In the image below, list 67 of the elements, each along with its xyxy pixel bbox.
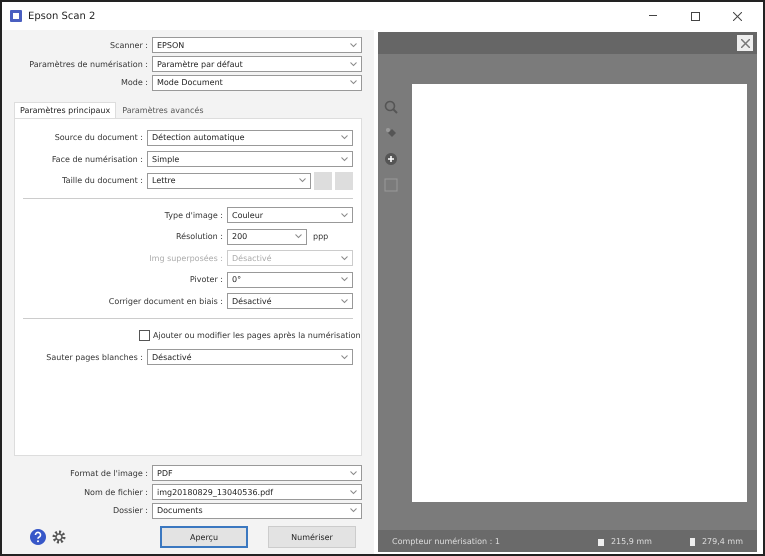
maximize-icon bbox=[690, 12, 700, 20]
help-icon[interactable] bbox=[30, 529, 46, 546]
close-icon bbox=[740, 38, 750, 48]
chevron-icon bbox=[350, 470, 357, 476]
tab[interactable]: Paramètres principaux bbox=[14, 102, 116, 118]
chevron-icon bbox=[295, 234, 302, 240]
dropdown[interactable]: PDF bbox=[152, 465, 362, 482]
chevron-icon bbox=[350, 490, 357, 495]
field-label: Source du document : bbox=[54, 133, 144, 142]
field-label: Paramètres de numérisation : bbox=[28, 60, 149, 68]
settings-icon[interactable] bbox=[52, 530, 66, 544]
chevron-icon bbox=[341, 256, 348, 261]
field-label: Résolution : bbox=[174, 232, 224, 242]
dropdown[interactable]: Couleur bbox=[227, 207, 353, 224]
dropdown[interactable]: Désactivé bbox=[147, 349, 353, 366]
chevron-icon bbox=[350, 80, 357, 86]
action-button[interactable]: Numériser bbox=[268, 526, 356, 548]
field-label: Nom de fichier : bbox=[83, 488, 149, 497]
field-label: Img superposées : bbox=[148, 254, 224, 263]
field-label: Format de l'image : bbox=[69, 468, 149, 478]
chevron-icon bbox=[341, 277, 348, 282]
field-label: Type d'image : bbox=[164, 210, 224, 220]
dropdown[interactable]: 0° bbox=[227, 272, 353, 288]
minimize-icon bbox=[649, 15, 657, 17]
close-icon bbox=[732, 12, 742, 20]
page-width: 215,9 mm bbox=[610, 536, 652, 546]
diamond-icon[interactable] bbox=[384, 126, 398, 140]
action-button[interactable]: Aperçu bbox=[160, 526, 248, 548]
plus-icon[interactable] bbox=[384, 152, 398, 166]
checkbox[interactable] bbox=[139, 330, 150, 342]
width-icon bbox=[596, 536, 605, 546]
field-label: Corriger document en biais : bbox=[108, 296, 224, 306]
dropdown[interactable]: Paramètre par défaut bbox=[152, 56, 362, 72]
dropdown[interactable]: Simple bbox=[147, 151, 353, 168]
chevron-icon bbox=[350, 62, 357, 66]
field-label: Scanner : bbox=[109, 40, 149, 50]
dropdown[interactable]: Lettre bbox=[147, 172, 311, 189]
dropdown[interactable]: Documents bbox=[152, 502, 362, 519]
chevron-icon bbox=[341, 156, 348, 162]
chevron-icon bbox=[350, 508, 357, 514]
app-icon bbox=[10, 10, 22, 22]
dropdown[interactable]: Désactivé bbox=[227, 293, 353, 310]
chevron-icon bbox=[341, 354, 348, 360]
checkbox-label[interactable]: Ajouter ou modifier les pages après la numérisation bbox=[139, 330, 361, 342]
field-label: Mode : bbox=[120, 78, 149, 88]
close-button[interactable] bbox=[737, 35, 753, 51]
window-title: Epson Scan 2 bbox=[28, 10, 96, 22]
chevron-icon bbox=[341, 298, 348, 304]
dropdown[interactable]: Mode Document bbox=[152, 74, 362, 91]
field-label: Taille du document : bbox=[61, 176, 144, 186]
field-label: Sauter pages blanches : bbox=[45, 352, 144, 362]
unit-label: ppp bbox=[313, 232, 328, 242]
field-label: Pivoter : bbox=[188, 275, 224, 284]
scan-counter: Compteur numérisation : 1 bbox=[392, 536, 501, 546]
chevron-icon bbox=[341, 212, 348, 218]
height-icon bbox=[688, 536, 696, 546]
chevron-icon bbox=[350, 42, 357, 48]
dropdown[interactable]: EPSON bbox=[152, 37, 362, 54]
dropdown[interactable]: 200 bbox=[227, 228, 307, 245]
dropdown[interactable]: img20180829_13040536.pdf bbox=[152, 484, 362, 500]
field-label: Face de numérisation : bbox=[50, 154, 144, 164]
chevron-icon bbox=[299, 178, 306, 184]
tab[interactable]: Paramètres avancés bbox=[116, 102, 210, 118]
chevron-icon bbox=[341, 135, 348, 140]
dropdown[interactable]: Détection automatique bbox=[147, 130, 353, 146]
field-label: Dossier : bbox=[112, 506, 149, 516]
page-height: 279,4 mm bbox=[702, 536, 743, 546]
